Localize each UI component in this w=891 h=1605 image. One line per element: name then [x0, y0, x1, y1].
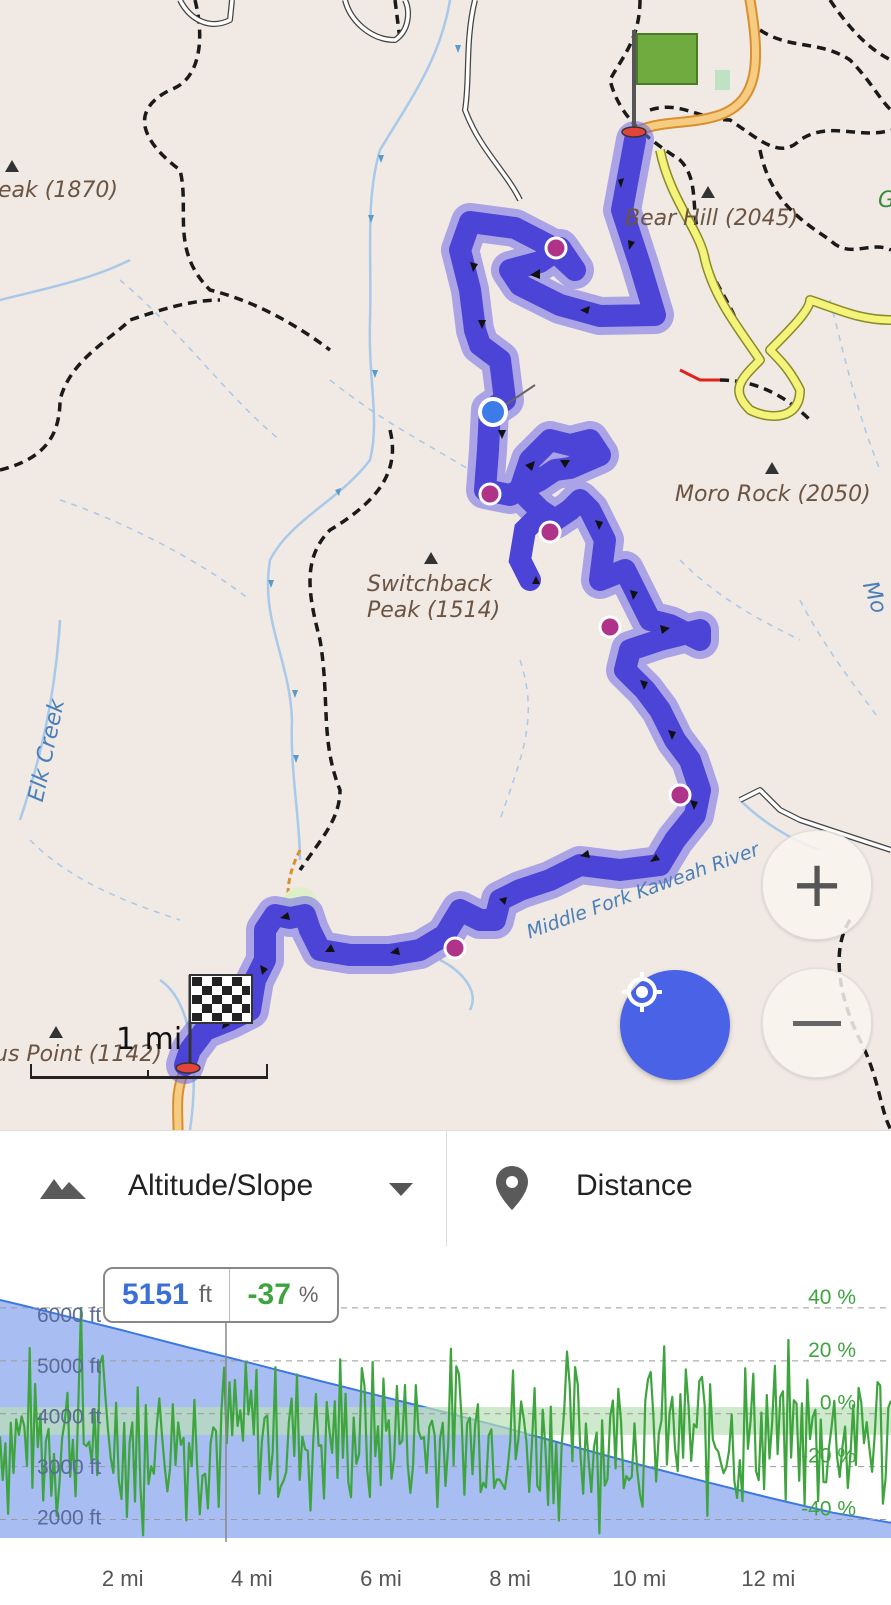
right-axis-label: 0 %: [820, 1392, 856, 1415]
map-pin-icon: [496, 1166, 528, 1210]
left-axis-label: 3000 ft: [37, 1456, 101, 1479]
switchback-peak-label-line2: Peak (1514): [367, 598, 501, 623]
bear-hill-label: Bear Hill (2045): [625, 206, 799, 231]
minus-icon: [793, 1020, 841, 1026]
peak-label-left: eak (1870): [0, 178, 118, 203]
altitude-slope-label: Altitude/Slope: [128, 1169, 314, 1202]
x-axis-label: 8 mi: [489, 1566, 531, 1591]
peak-icon: [765, 462, 779, 474]
peak-icon: [701, 186, 715, 198]
peak-icon: [424, 552, 438, 564]
peak-icon: [49, 1026, 63, 1038]
plus-icon: +: [790, 848, 844, 922]
left-axis-label: 5000 ft: [37, 1355, 101, 1378]
altitude-slope-selector[interactable]: Altitude/Slope: [0, 1131, 446, 1246]
distance-selector[interactable]: Distance: [447, 1131, 891, 1246]
map-canvas: [0, 0, 891, 1130]
x-axis-label: 6 mi: [360, 1566, 402, 1591]
right-axis-label: -40 %: [801, 1497, 856, 1520]
scale-bar: [30, 1064, 268, 1079]
left-axis-label: 2000 ft: [37, 1507, 101, 1530]
right-axis-label: -20 %: [801, 1445, 856, 1468]
map-view[interactable]: eak (1870) Bear Hill (2045) Moro Rock (2…: [0, 0, 891, 1130]
mountains-icon: [40, 1179, 86, 1199]
left-axis-label: 4000 ft: [37, 1405, 101, 1428]
caret-down-icon: [389, 1183, 413, 1196]
scale-label: 1 mi: [116, 1022, 183, 1057]
slope-unit: %: [298, 1282, 319, 1307]
altitude-unit: ft: [198, 1281, 213, 1308]
left-axis-label: 6000 ft: [37, 1304, 101, 1327]
x-axis-label: 2 mi: [102, 1566, 144, 1591]
peak-icon: [5, 160, 19, 172]
zoom-in-button[interactable]: +: [762, 830, 872, 940]
zoom-out-button[interactable]: [762, 968, 872, 1078]
altitude-value: 5151: [121, 1278, 189, 1311]
distance-label: Distance: [576, 1169, 693, 1202]
chart-readout: 5151 ft -37 %: [103, 1267, 339, 1323]
my-location-button[interactable]: [620, 970, 730, 1080]
scale-tick: [147, 1070, 149, 1077]
x-axis-label: 12 mi: [741, 1566, 795, 1591]
x-axis-label: 4 mi: [231, 1566, 273, 1591]
right-axis-label: 20 %: [808, 1339, 856, 1362]
edge-label-g: G: [878, 188, 891, 213]
slope-value: -37: [247, 1278, 291, 1311]
x-axis-label: 10 mi: [612, 1566, 666, 1591]
right-axis-label: 40 %: [808, 1286, 856, 1309]
switchback-peak-label-line1: Switchback: [367, 572, 493, 597]
crosshair-icon: [622, 972, 662, 1012]
chart-toolbar: Altitude/Slope Distance: [0, 1130, 891, 1247]
moro-rock-label: Moro Rock (2050): [675, 482, 871, 507]
